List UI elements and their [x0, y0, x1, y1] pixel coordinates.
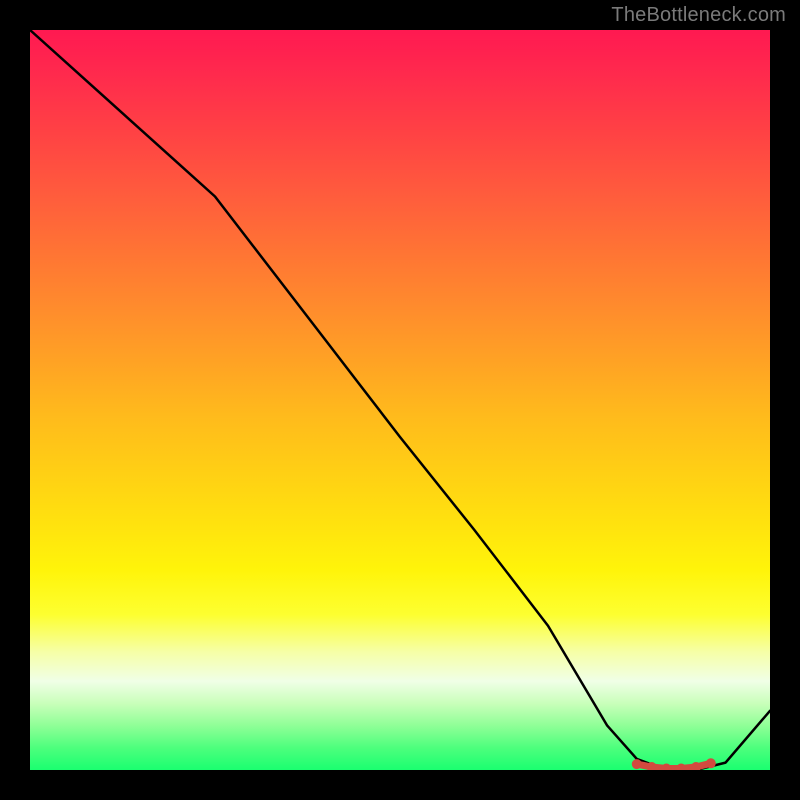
plot-area: [30, 30, 770, 770]
marker-dot: [676, 764, 686, 771]
recommended-range-markers: [632, 758, 716, 770]
watermark-text: TheBottleneck.com: [611, 4, 786, 27]
marker-dot: [661, 764, 671, 771]
marker-dot: [706, 758, 716, 768]
chart-frame: TheBottleneck.com: [0, 0, 800, 800]
curve-layer: [30, 30, 770, 770]
bottleneck-curve: [30, 30, 770, 770]
marker-dot: [632, 759, 642, 769]
